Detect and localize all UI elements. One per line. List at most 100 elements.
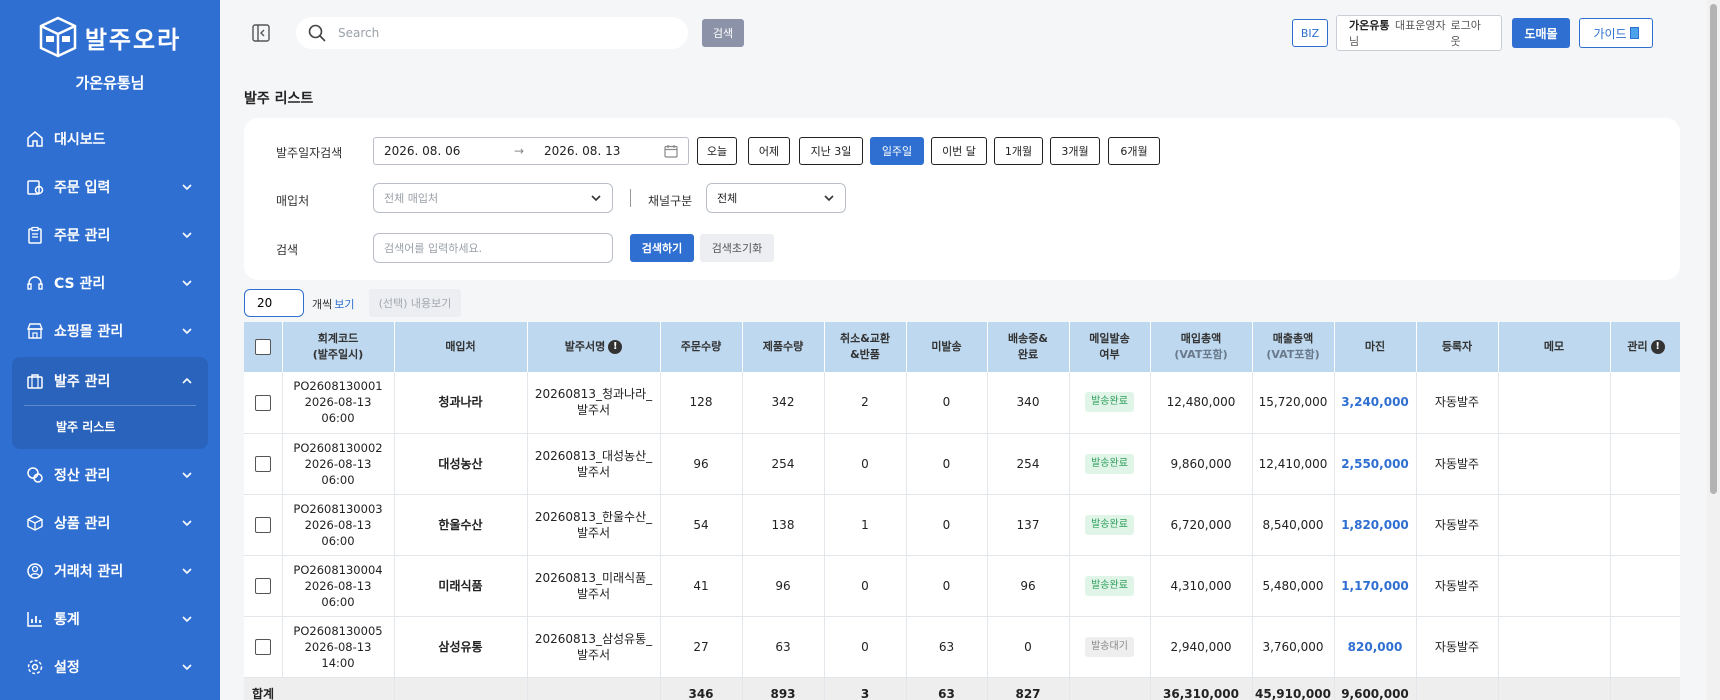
range-yesterday-button[interactable]: 어제 — [748, 137, 790, 165]
cell-supplier: 한울수산 — [394, 494, 528, 556]
supplier-select[interactable]: 전체 매입처 — [373, 183, 613, 213]
range-3months-button[interactable]: 3개월 — [1050, 137, 1100, 165]
page-size-view-button[interactable]: 보기 — [334, 298, 354, 311]
range-today-button[interactable]: 오늘 — [697, 137, 737, 165]
submenu-item-purchase-list[interactable]: 발주 리스트 — [24, 412, 196, 441]
sidebar-item-settlement[interactable]: 정산 관리 — [0, 451, 220, 499]
cell-product-qty: 342 — [742, 372, 825, 434]
cell-cancel: 0 — [824, 616, 907, 678]
mail-status-badge: 발송완료 — [1085, 575, 1134, 596]
table-row[interactable]: PO2608130002 2026-08-13 06:00 대성농산 20260813_… — [244, 433, 1680, 495]
cell-code[interactable]: PO2608130002 2026-08-13 06:00 — [282, 433, 395, 495]
sidebar-item-mall[interactable]: 쇼핑몰 관리 — [0, 307, 220, 355]
total-purchase: 36,310,000 — [1150, 677, 1253, 700]
cell-purchase: 2,940,000 — [1150, 616, 1253, 678]
cell-manage[interactable] — [1610, 433, 1680, 495]
global-search-input[interactable] — [338, 26, 658, 40]
sidebar-item-cs[interactable]: CS 관리 — [0, 259, 220, 307]
scrollbar-thumb[interactable] — [1710, 4, 1717, 494]
cell-doc-name[interactable]: 20260813_미래식품_ 발주서 — [527, 555, 661, 617]
sidebar-item-dashboard[interactable]: 대시보드 — [0, 115, 220, 163]
cell-memo[interactable] — [1498, 555, 1611, 617]
header-shipping: 배송중& 완료 — [987, 322, 1070, 372]
wholesale-mall-button[interactable]: 도매몰 — [1512, 18, 1570, 48]
logout-button[interactable]: 로그아웃 — [1451, 17, 1490, 49]
date-range-picker[interactable]: 2026. 08. 06 → 2026. 08. 13 — [373, 137, 689, 165]
row-checkbox[interactable] — [254, 516, 271, 533]
cell-product-qty: 63 — [742, 616, 825, 678]
sidebar-item-order-input[interactable]: 주문 입력 — [0, 163, 220, 211]
row-checkbox[interactable] — [254, 455, 271, 472]
row-select-cell — [244, 433, 283, 495]
global-search — [296, 17, 688, 49]
table-row[interactable]: PO2608130003 2026-08-13 06:00 한울수산 20260813_… — [244, 494, 1680, 556]
range-6months-button[interactable]: 6개월 — [1108, 137, 1160, 165]
row-checkbox[interactable] — [254, 394, 271, 411]
cell-code[interactable]: PO2608130003 2026-08-13 06:00 — [282, 494, 395, 556]
cell-code[interactable]: PO2608130004 2026-08-13 06:00 — [282, 555, 395, 617]
order-date: 2026-08-13 — [304, 639, 372, 654]
cell-code[interactable]: PO2608130005 2026-08-13 14:00 — [282, 616, 395, 678]
sidebar-item-purchase[interactable]: 발주 관리 — [12, 357, 208, 405]
cell-unshipped: 0 — [906, 433, 988, 495]
chevron-down-icon — [182, 232, 192, 239]
content-view-button[interactable]: (선택) 내용보기 — [369, 289, 461, 317]
cell-unshipped: 0 — [906, 494, 988, 556]
cell-memo[interactable] — [1498, 372, 1611, 434]
search-reset-button[interactable]: 검색초기화 — [700, 234, 774, 262]
date-to[interactable]: 2026. 08. 13 — [538, 144, 664, 158]
range-week-button[interactable]: 일주일 — [870, 137, 924, 165]
sidebar-item-order-manage[interactable]: 주문 관리 — [0, 211, 220, 259]
sidebar-item-settings[interactable]: 설정 — [0, 643, 220, 691]
info-icon[interactable]: ! — [608, 340, 623, 354]
cell-manage[interactable] — [1610, 555, 1680, 617]
chevron-down-icon — [182, 616, 192, 623]
table-row[interactable]: PO2608130005 2026-08-13 14:00 삼성유통 20260813_… — [244, 616, 1680, 678]
doc-name-line2: 발주서 — [576, 464, 611, 479]
cell-order-qty: 128 — [660, 372, 743, 434]
info-icon[interactable]: ! — [1650, 340, 1665, 354]
table-row[interactable]: PO2608130001 2026-08-13 06:00 청과나라 20260813_… — [244, 372, 1680, 434]
sidebar-item-stats[interactable]: 통계 — [0, 595, 220, 643]
page-size-input[interactable] — [244, 289, 304, 317]
cell-doc-name[interactable]: 20260813_대성농산_ 발주서 — [527, 433, 661, 495]
cell-manage[interactable] — [1610, 494, 1680, 556]
range-this-month-button[interactable]: 이번 달 — [931, 137, 987, 165]
cell-purchase: 4,310,000 — [1150, 555, 1253, 617]
sidebar-item-partner[interactable]: 거래처 관리 — [0, 547, 220, 595]
search-submit-button[interactable]: 검색하기 — [630, 234, 694, 262]
cell-memo[interactable] — [1498, 494, 1611, 556]
cell-doc-name[interactable]: 20260813_삼성유통_ 발주서 — [527, 616, 661, 678]
mail-status-badge: 발송완료 — [1085, 392, 1134, 413]
page-scrollbar[interactable] — [1707, 0, 1720, 700]
sidebar-item-product[interactable]: 상품 관리 — [0, 499, 220, 547]
doc-name-line1: 20260813_청과나라_ — [534, 387, 653, 402]
select-all-checkbox[interactable] — [254, 339, 271, 355]
keyword-input[interactable] — [373, 233, 613, 263]
cell-supplier: 청과나라 — [394, 372, 528, 434]
cell-sales: 12,410,000 — [1252, 433, 1335, 495]
channel-select[interactable]: 전체 — [706, 183, 846, 213]
global-search-button[interactable]: 검색 — [702, 19, 744, 47]
row-checkbox[interactable] — [254, 638, 271, 655]
range-3days-button[interactable]: 지난 3일 — [799, 137, 863, 165]
channel-label: 채널구분 — [648, 194, 693, 208]
cell-registrant: 자동발주 — [1416, 372, 1499, 434]
logo[interactable]: 발주오라 — [0, 14, 220, 60]
cell-doc-name[interactable]: 20260813_청과나라_ 발주서 — [527, 372, 661, 434]
table-row[interactable]: PO2608130004 2026-08-13 06:00 미래식품 20260813_… — [244, 555, 1680, 617]
calendar-icon[interactable] — [664, 144, 678, 158]
doc-name-line1: 20260813_삼성유통_ — [534, 631, 653, 646]
cell-manage[interactable] — [1610, 372, 1680, 434]
cell-manage[interactable] — [1610, 616, 1680, 678]
date-from[interactable]: 2026. 08. 06 — [384, 144, 514, 158]
cell-memo[interactable] — [1498, 433, 1611, 495]
cell-memo[interactable] — [1498, 616, 1611, 678]
range-1month-button[interactable]: 1개월 — [994, 137, 1043, 165]
cell-doc-name[interactable]: 20260813_한울수산_ 발주서 — [527, 494, 661, 556]
row-checkbox[interactable] — [254, 577, 271, 594]
sidebar-toggle-icon[interactable] — [252, 24, 270, 42]
cell-code[interactable]: PO2608130001 2026-08-13 06:00 — [282, 372, 395, 434]
guide-button[interactable]: 가이드 — [1579, 18, 1653, 48]
table-header-row: 회계코드 (발주일시) 매입처 발주서명! 주문수량 제품수량 취소&교환 &반품 … — [244, 322, 1680, 372]
